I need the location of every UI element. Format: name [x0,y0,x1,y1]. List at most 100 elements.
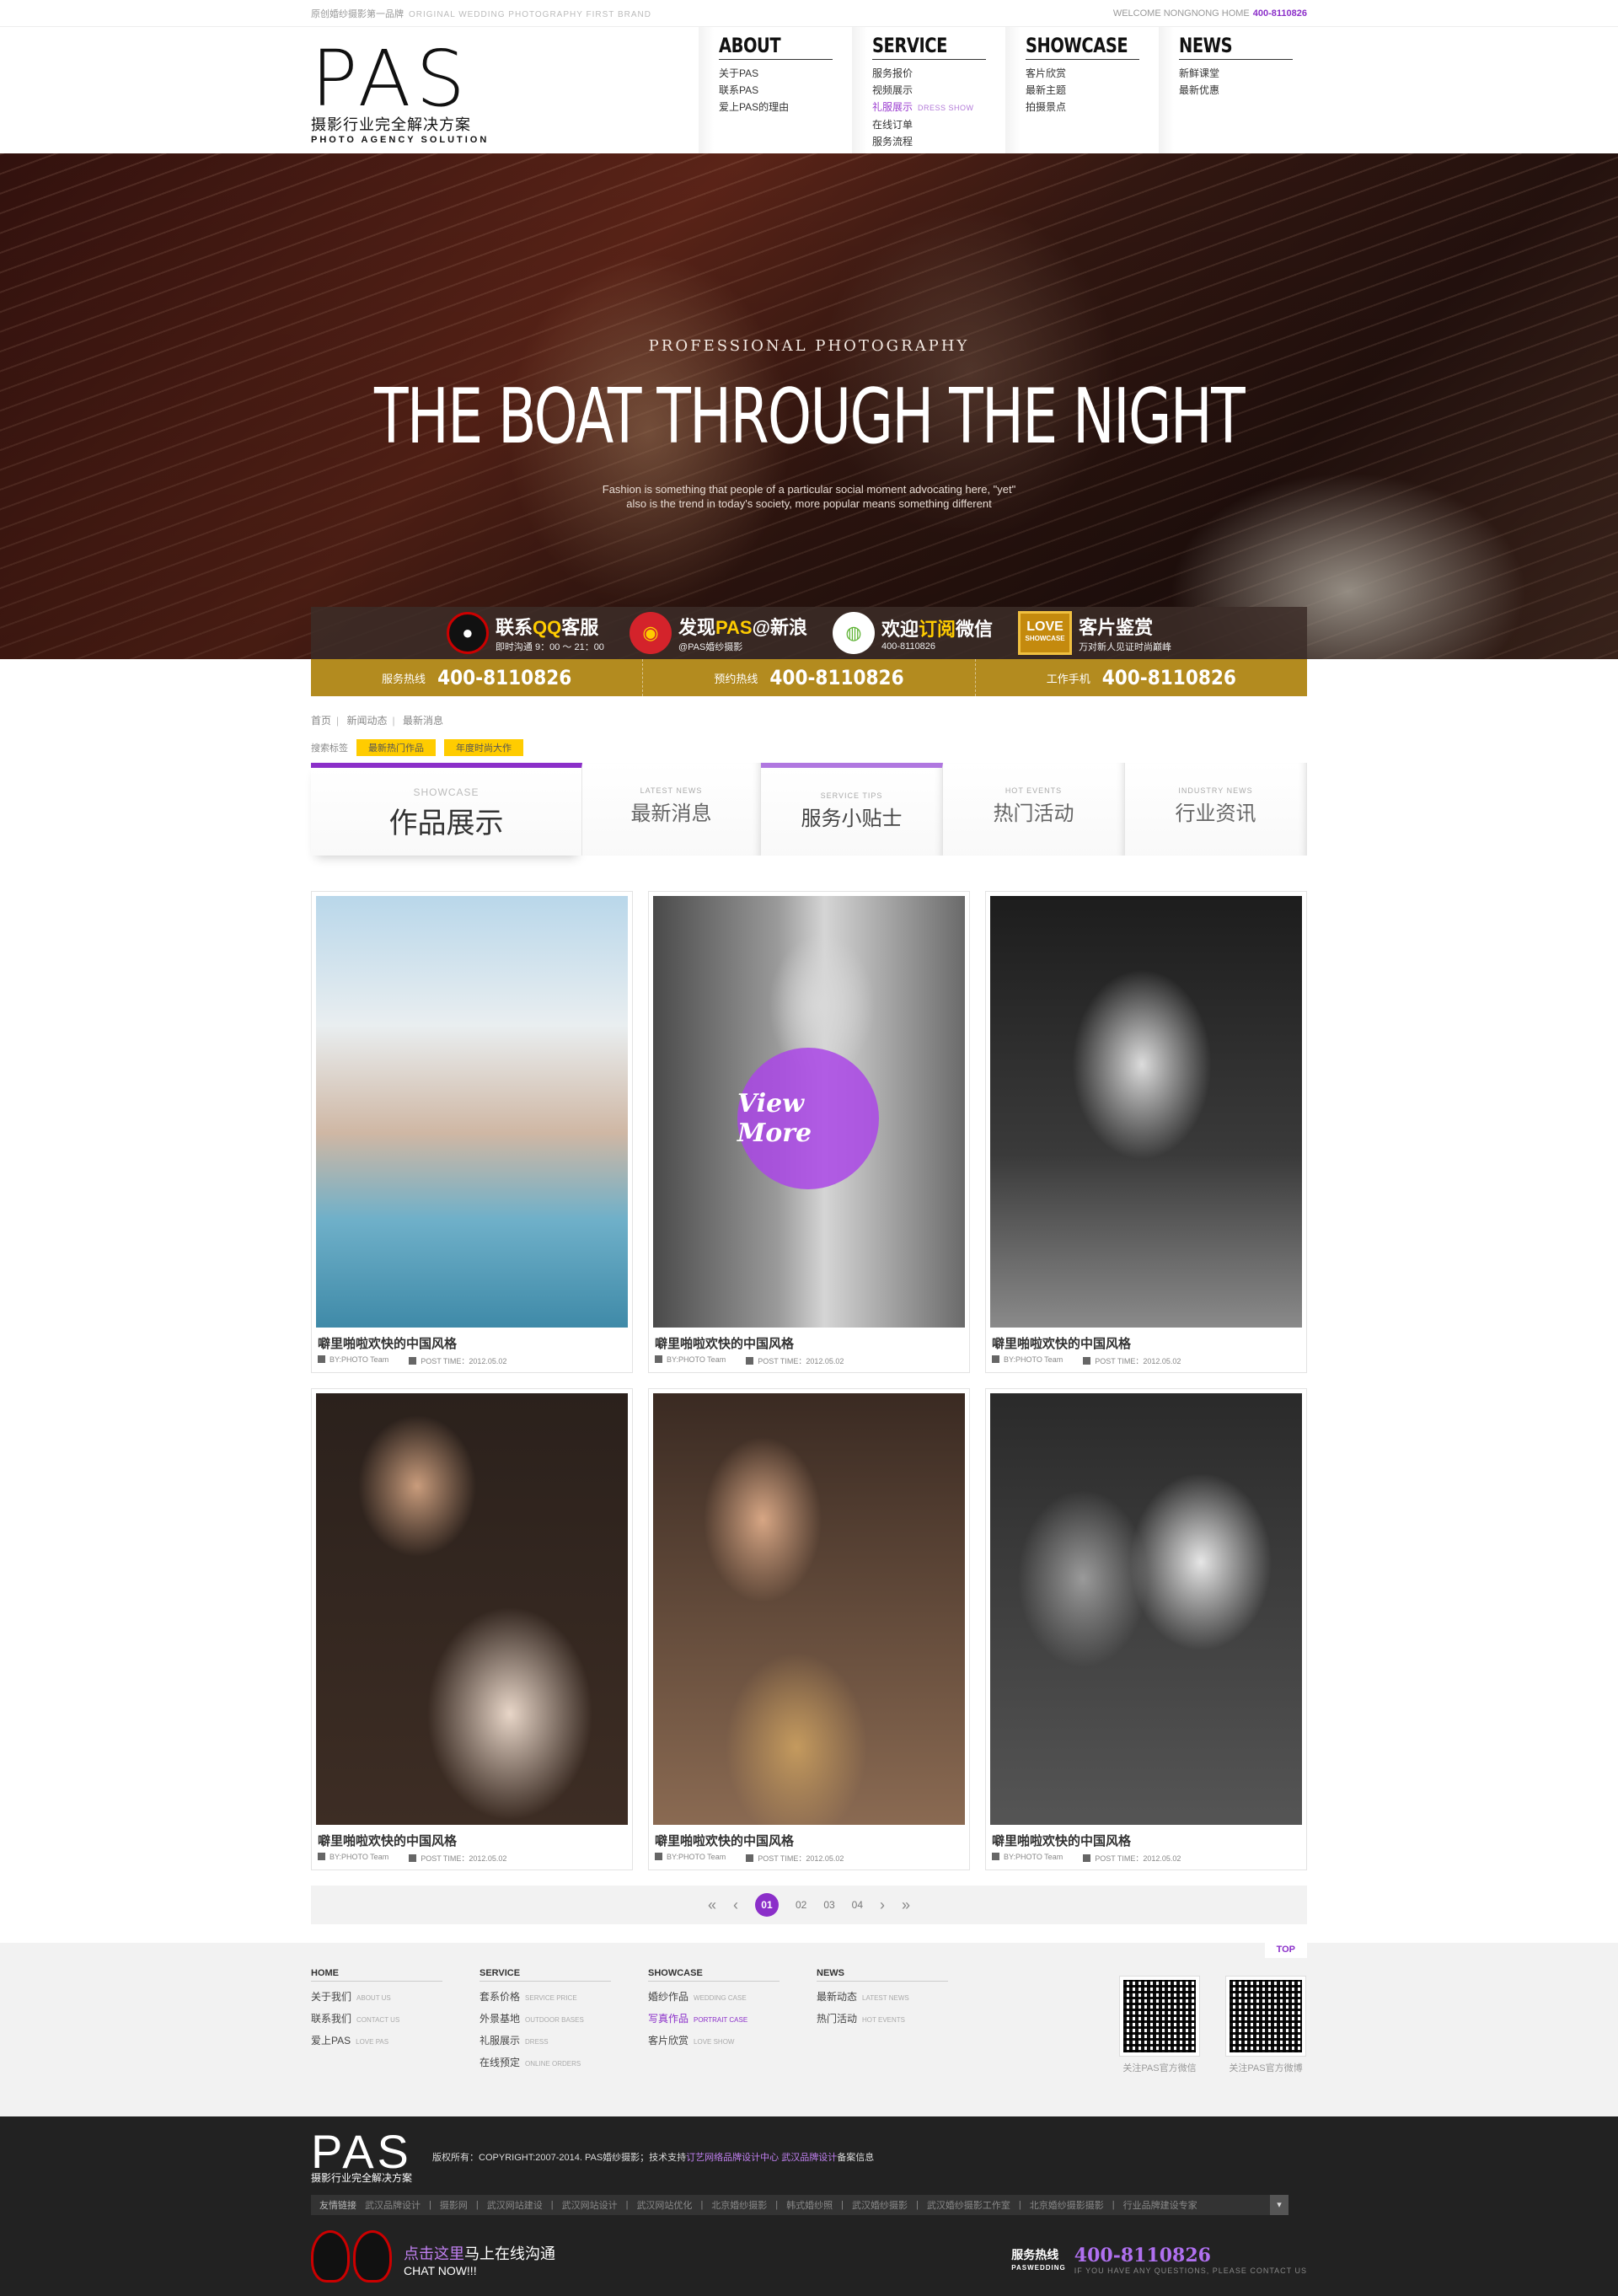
nav-item[interactable]: 在线订单 [872,116,1005,133]
friend-link[interactable]: 武汉网站设计 [562,2198,618,2212]
site-logo[interactable]: PAS 摄影行业完全解决方案 PHOTO AGENCY SOLUTION [311,40,530,146]
footer-col-title[interactable]: HOME [311,1968,442,1982]
friend-link[interactable]: 武汉婚纱摄影工作室 [927,2198,1010,2212]
friend-link[interactable]: 武汉品牌设计 [365,2198,421,2212]
weibo-qr[interactable]: 关注PAS官方微博 [1225,1976,1306,2074]
nav-title-service[interactable]: SERVICE [872,34,986,60]
page-link[interactable]: 04 [852,1899,863,1911]
tab-showcase[interactable]: SHOWCASE 作品展示 [311,763,582,856]
breadcrumb-home[interactable]: 首页 [311,715,331,727]
showcase-card[interactable]: 噼里啪啦欢快的中国风格 BY:PHOTO Team POST TIME：2012.… [311,891,633,1373]
tab-hot-events[interactable]: HOT EVENTS 热门活动 [943,763,1125,856]
hotline-booking[interactable]: 预约热线 400-8110826 [643,659,976,696]
hero-banner[interactable]: PROFESSIONAL PHOTOGRAPHY THE BOAT THROUG… [0,153,1618,659]
back-to-top-button[interactable]: TOP [1264,1941,1307,1958]
wechat-service[interactable]: ◍ 欢迎订阅微信 400-8110826 [833,612,993,654]
nav-title-about[interactable]: ABOUT [719,34,833,60]
hotline-service[interactable]: 服务热线 400-8110826 [311,659,644,696]
view-more-button[interactable]: View More [737,1048,879,1189]
footer-logo[interactable]: PAS 摄影行业完全解决方案 [311,2128,412,2185]
card-title[interactable]: 噼里啪啦欢快的中国风格 [316,1334,628,1352]
tab-service-tips[interactable]: SERVICE TIPS 服务小贴士 [761,763,943,856]
page-link[interactable]: 02 [796,1899,806,1911]
qq-service[interactable]: ● 联系QQ客服 即时沟通 9：00 ～ 21：00 [446,612,604,654]
nav-item[interactable]: 爱上PAS的理由 [719,99,852,115]
weibo-service[interactable]: ◉ 发现PAS@新浪 @PAS婚纱摄影 [629,612,807,654]
showcase-card[interactable]: 噼里啪啦欢快的中国风格 BY:PHOTO Team POST TIME：2012.… [648,1388,970,1870]
footer-link[interactable]: 在线预定 ONLINE ORDERS [480,2052,648,2074]
brand-link[interactable]: 武汉品牌设计 [781,2153,837,2163]
friend-link[interactable]: 摄影网 [440,2198,468,2212]
footer-link[interactable]: 最新动态 LATEST NEWS [817,1987,985,2009]
design-link[interactable]: 订艺网络品牌设计中心 [686,2153,779,2163]
next-page-icon[interactable]: › [880,1896,885,1914]
card-photo[interactable] [316,896,628,1328]
card-title[interactable]: 噼里啪啦欢快的中国风格 [316,1832,628,1849]
friend-link[interactable]: 武汉网站建设 [487,2198,543,2212]
nav-item[interactable]: 新鲜课堂 [1179,65,1312,82]
footer-link[interactable]: 爱上PAS LOVE PAS [311,2030,480,2052]
footer-link[interactable]: 客片欣赏 LOVE SHOW [648,2030,817,2052]
tag-annual[interactable]: 年度时尚大作 [444,739,523,756]
footer-col-title[interactable]: SERVICE [480,1968,611,1982]
wechat-qr[interactable]: 关注PAS官方微信 [1119,1976,1200,2074]
card-photo[interactable] [990,1393,1302,1825]
showcase-card[interactable]: 噼里啪啦欢快的中国风格 BY:PHOTO Team POST TIME：2012.… [985,891,1307,1373]
card-photo[interactable] [653,1393,965,1825]
nav-title-news[interactable]: NEWS [1179,34,1293,60]
breadcrumb-news[interactable]: 新闻动态 [346,715,387,727]
friend-link[interactable]: 武汉网站优化 [636,2198,692,2212]
welcome-text: WELCOME NONGNONG HOME 400-8110826 [1112,8,1307,19]
footer-link[interactable]: 套系价格 SERVICE PRICE [480,1987,648,2009]
card-photo[interactable] [316,1393,628,1825]
footer-link[interactable]: 关于我们 ABOUT US [311,1987,480,2009]
card-photo[interactable]: View More [653,896,965,1328]
friend-link[interactable]: 韩式婚纱照 [786,2198,833,2212]
friend-link[interactable]: 行业品牌建设专家 [1123,2198,1197,2212]
footer-link[interactable]: 热门活动 HOT EVENTS [817,2009,985,2030]
card-title[interactable]: 噼里啪啦欢快的中国风格 [653,1832,965,1849]
footer-phone[interactable]: 400-8110826 [1074,2245,1307,2266]
hotline-mobile[interactable]: 工作手机 400-8110826 [976,659,1307,696]
showcase-service[interactable]: LOVE SHOWCASE 客片鉴赏 万对新人见证时尚巅峰 [1018,611,1171,655]
nav-title-showcase[interactable]: SHOWCASE [1026,34,1139,60]
prev-page-icon[interactable]: ‹ [733,1896,738,1914]
footer-link-active[interactable]: 写真作品 PORTRAIT CASE [648,2009,817,2030]
footer-link[interactable]: 礼服展示 DRESS [480,2030,648,2052]
footer-col-title[interactable]: NEWS [817,1968,948,1982]
footer-col-title[interactable]: SHOWCASE [648,1968,780,1982]
nav-item[interactable]: 最新主题 [1026,82,1159,99]
friend-link[interactable]: 北京婚纱摄影摄影 [1030,2198,1104,2212]
card-title[interactable]: 噼里啪啦欢快的中国风格 [653,1334,965,1352]
last-page-icon[interactable]: » [902,1896,910,1914]
footer-link[interactable]: 婚纱作品 WEDDING CASE [648,1987,817,2009]
nav-item[interactable]: 拍摄景点 [1026,99,1159,115]
friend-link[interactable]: 武汉婚纱摄影 [852,2198,908,2212]
footer-link[interactable]: 联系我们 CONTACT US [311,2009,480,2030]
nav-item[interactable]: 关于PAS [719,65,852,82]
card-photo[interactable] [990,896,1302,1328]
chevron-down-icon[interactable]: ▾ [1270,2195,1289,2215]
nav-item[interactable]: 最新优惠 [1179,82,1312,99]
showcase-card[interactable]: 噼里啪啦欢快的中国风格 BY:PHOTO Team POST TIME：2012.… [311,1388,633,1870]
nav-item[interactable]: 服务报价 [872,65,1005,82]
card-title[interactable]: 噼里啪啦欢快的中国风格 [990,1334,1302,1352]
first-page-icon[interactable]: « [708,1896,716,1914]
showcase-card[interactable]: View More 噼里啪啦欢快的中国风格 BY:PHOTO Team POST … [648,891,970,1373]
page-link[interactable]: 03 [823,1899,834,1911]
nav-item[interactable]: 联系PAS [719,82,852,99]
tag-hot[interactable]: 最新热门作品 [356,739,436,756]
nav-item[interactable]: 视频展示 [872,82,1005,99]
showcase-card[interactable]: 噼里啪啦欢快的中国风格 BY:PHOTO Team POST TIME：2012.… [985,1388,1307,1870]
nav-item[interactable]: 服务流程 [872,133,1005,150]
top-phone[interactable]: 400-8110826 [1253,8,1307,19]
nav-item-active[interactable]: 礼服展示 DRESS SHOW [872,99,1005,116]
footer-link[interactable]: 外景基地 OUTDOOR BASES [480,2009,648,2030]
tab-latest-news[interactable]: LATEST NEWS 最新消息 [582,763,761,856]
friend-link[interactable]: 北京婚纱摄影 [711,2198,767,2212]
page-current[interactable]: 01 [754,1893,779,1917]
nav-item[interactable]: 客片欣赏 [1026,65,1159,82]
online-chat[interactable]: 点击这里马上在线沟通 CHAT NOW!!! [311,2230,555,2289]
tab-industry-news[interactable]: INDUSTRY NEWS 行业资讯 [1125,763,1307,856]
card-title[interactable]: 噼里啪啦欢快的中国风格 [990,1832,1302,1849]
